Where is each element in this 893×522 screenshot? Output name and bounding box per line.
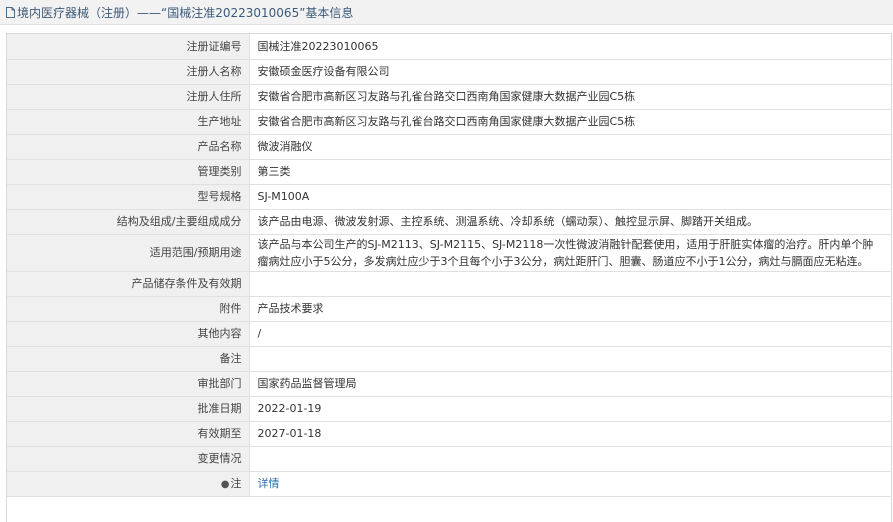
label-registrant-name: 注册人名称 [7,58,250,85]
label-change-history: 变更情况 [7,445,250,472]
row-registrant-address: 注册人住所 安徽省合肥市高新区习友路与孔雀台路交口西南角国家健康大数据产业园C5… [7,83,891,110]
value-registrant-name: 安徽硕金医疗设备有限公司 [248,58,891,85]
row-product-name: 产品名称 微波消融仪 [7,133,891,160]
label-attachment: 附件 [7,295,250,322]
row-approval-date: 批准日期 2022-01-19 [7,395,891,422]
value-approval-department: 国家药品监督管理局 [248,370,891,397]
row-registrant-name: 注册人名称 安徽硕金医疗设备有限公司 [7,58,891,85]
label-remarks: 备注 [7,345,250,372]
label-approval-date: 批准日期 [7,395,250,422]
row-management-category: 管理类别 第三类 [7,158,891,185]
row-attachment: 附件 产品技术要求 [7,295,891,322]
value-change-history [248,445,891,472]
value-valid-until: 2027-01-18 [248,420,891,447]
label-other-content: 其他内容 [7,320,250,347]
details-link[interactable]: 详情 [258,477,280,490]
value-registration-number: 国械注准20223010065 [248,34,891,60]
row-structure-composition: 结构及组成/主要组成成分 该产品由电源、微波发射源、主控系统、测温系统、冷却系统… [7,208,891,235]
value-note: 详情 [248,470,891,497]
label-registration-number: 注册证编号 [7,34,250,60]
page-title: 境内医疗器械（注册）——“国械注准20223010065”基本信息 [17,5,354,20]
info-table-frame: 注册证编号 国械注准20223010065 注册人名称 安徽硕金医疗设备有限公司… [6,33,892,522]
label-approval-department: 审批部门 [7,370,250,397]
label-production-address: 生产地址 [7,108,250,135]
value-management-category: 第三类 [248,158,891,185]
value-production-address: 安徽省合肥市高新区习友路与孔雀台路交口西南角国家健康大数据产业园C5栋 [248,108,891,135]
value-product-name: 微波消融仪 [248,133,891,160]
row-registration-number: 注册证编号 国械注准20223010065 [7,34,891,60]
page-header: 境内医疗器械（注册）——“国械注准20223010065”基本信息 [0,0,893,25]
row-valid-until: 有效期至 2027-01-18 [7,420,891,447]
value-other-content: / [248,320,891,347]
value-approval-date: 2022-01-19 [248,395,891,422]
label-registrant-address: 注册人住所 [7,83,250,110]
label-note-text: 注 [230,476,242,490]
label-model-spec: 型号规格 [7,183,250,210]
value-storage-validity [248,270,891,297]
value-attachment: 产品技术要求 [248,295,891,322]
row-storage-validity: 产品储存条件及有效期 [7,270,891,297]
row-model-spec: 型号规格 SJ-M100A [7,183,891,210]
label-management-category: 管理类别 [7,158,250,185]
value-model-spec: SJ-M100A [248,183,891,210]
value-registrant-address: 安徽省合肥市高新区习友路与孔雀台路交口西南角国家健康大数据产业园C5栋 [248,83,891,110]
info-table: 注册证编号 国械注准20223010065 注册人名称 安徽硕金医疗设备有限公司… [7,34,891,497]
row-other-content: 其他内容 / [7,320,891,347]
value-structure-composition: 该产品由电源、微波发射源、主控系统、测温系统、冷却系统（蠕动泵）、触控显示屏、脚… [248,208,891,235]
row-note: ●注 详情 [7,470,891,497]
label-note: ●注 [7,470,250,497]
row-change-history: 变更情况 [7,445,891,472]
label-intended-use: 适用范围/预期用途 [7,233,250,272]
label-structure-composition: 结构及组成/主要组成成分 [7,208,250,235]
row-approval-department: 审批部门 国家药品监督管理局 [7,370,891,397]
document-icon [6,6,15,18]
pin-icon: ● [220,478,230,490]
row-remarks: 备注 [7,345,891,372]
value-remarks [248,345,891,372]
row-intended-use: 适用范围/预期用途 该产品与本公司生产的SJ-M2113、SJ-M2115、SJ… [7,233,891,272]
row-production-address: 生产地址 安徽省合肥市高新区习友路与孔雀台路交口西南角国家健康大数据产业园C5栋 [7,108,891,135]
label-valid-until: 有效期至 [7,420,250,447]
label-storage-validity: 产品储存条件及有效期 [7,270,250,297]
label-product-name: 产品名称 [7,133,250,160]
value-intended-use: 该产品与本公司生产的SJ-M2113、SJ-M2115、SJ-M2118一次性微… [248,233,891,272]
